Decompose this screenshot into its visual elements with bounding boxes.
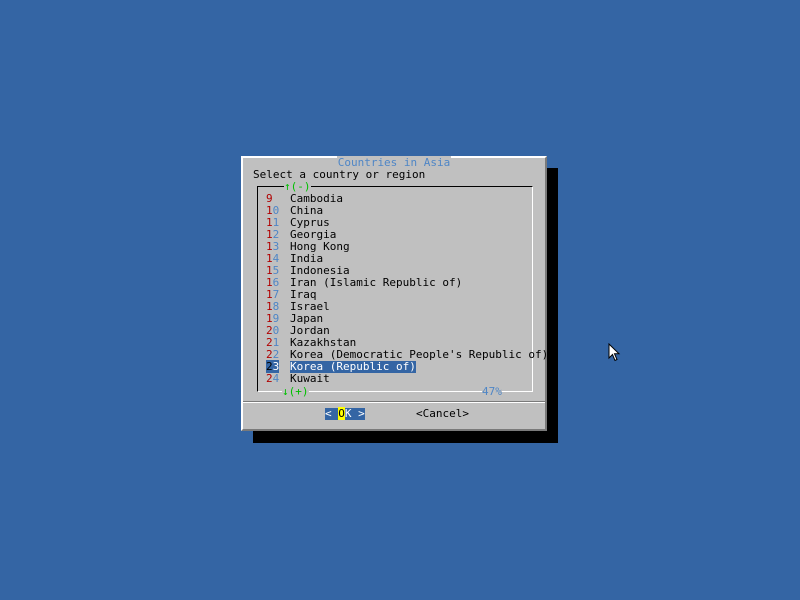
cancel-button[interactable]: <Cancel> — [416, 408, 469, 420]
list-item[interactable]: 24 Kuwait — [264, 373, 526, 385]
item-tag-rest: 4 — [272, 372, 280, 385]
arrow-cursor-icon — [608, 343, 621, 362]
ok-button-left: < — [325, 407, 339, 420]
country-items: 9 Cambodia 10 China 11 Cyprus 12 Georgia 13 Hong … — [264, 193, 548, 385]
scroll-down-indicator[interactable]: ↓(+) — [282, 386, 309, 398]
ok-button-right: > — [351, 407, 365, 420]
scroll-percent: 47% — [482, 385, 502, 398]
item-tag-first: 2 — [266, 372, 273, 385]
dialog-prompt: Select a country or region — [253, 168, 426, 181]
country-dialog: Countries in Asia Select a country or re… — [241, 156, 548, 431]
button-separator — [243, 401, 545, 403]
ok-button-rest: K — [344, 407, 352, 420]
item-tag: 24 — [266, 373, 279, 385]
item-label: Kuwait — [290, 372, 330, 385]
country-list[interactable]: ↑(-) 9 Cambodia 10 China 11 Cyprus 12 Georgia 13… — [257, 181, 548, 398]
ok-button[interactable]: < OK > — [325, 407, 365, 420]
ok-button-hotkey: O — [338, 407, 345, 420]
